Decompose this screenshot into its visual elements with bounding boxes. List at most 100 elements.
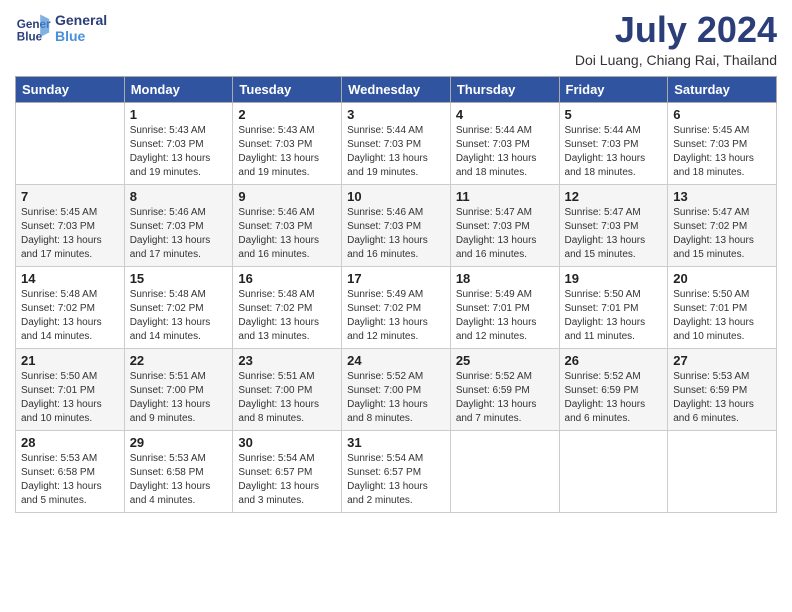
calendar-cell: 31 Sunrise: 5:54 AM Sunset: 6:57 PM Dayli… — [342, 430, 451, 512]
calendar-cell: 4 Sunrise: 5:44 AM Sunset: 7:03 PM Daylig… — [450, 102, 559, 184]
day-info: Sunrise: 5:46 AM Sunset: 7:03 PM Dayligh… — [238, 206, 336, 262]
calendar-cell: 13Sunrise: 5:47 AM Sunset: 7:02 PM Dayli… — [668, 184, 777, 266]
day-info: Sunrise: 5:44 AM Sunset: 7:03 PM Dayligh… — [456, 124, 554, 180]
day-number: 7 — [21, 189, 119, 204]
day-number: 16 — [238, 271, 336, 286]
month-title: July 2024 — [575, 10, 777, 50]
calendar-cell: 28 Sunrise: 5:53 AM Sunset: 6:58 PM Dayli… — [16, 430, 125, 512]
calendar-cell: 23 Sunrise: 5:51 AM Sunset: 7:00 PM Dayli… — [233, 348, 342, 430]
day-number: 5 — [565, 107, 663, 122]
calendar-cell — [668, 430, 777, 512]
title-block: July 2024 Doi Luang, Chiang Rai, Thailan… — [575, 10, 777, 68]
day-info: Sunrise: 5:54 AM Sunset: 6:57 PM Dayligh… — [238, 452, 336, 508]
logo: General Blue General Blue — [15, 10, 107, 46]
page-header: General Blue General Blue July 2024 Doi … — [15, 10, 777, 68]
calendar-cell: 8 Sunrise: 5:46 AM Sunset: 7:03 PM Daylig… — [124, 184, 233, 266]
calendar-cell: 30 Sunrise: 5:54 AM Sunset: 6:57 PM Dayli… — [233, 430, 342, 512]
day-number: 29 — [130, 435, 228, 450]
day-info: Sunrise: 5:43 AM Sunset: 7:03 PM Dayligh… — [238, 124, 336, 180]
day-info: Sunrise: 5:48 AM Sunset: 7:02 PM Dayligh… — [130, 288, 228, 344]
logo-line1: General — [55, 12, 107, 28]
day-number: 1 — [130, 107, 228, 122]
day-number: 18 — [456, 271, 554, 286]
day-info: Sunrise: 5:52 AM Sunset: 7:00 PM Dayligh… — [347, 370, 445, 426]
calendar-cell: 7 Sunrise: 5:45 AM Sunset: 7:03 PM Daylig… — [16, 184, 125, 266]
day-number: 28 — [21, 435, 119, 450]
calendar-cell: 5 Sunrise: 5:44 AM Sunset: 7:03 PM Daylig… — [559, 102, 668, 184]
calendar-cell: 2Sunrise: 5:43 AM Sunset: 7:03 PM Daylig… — [233, 102, 342, 184]
day-info: Sunrise: 5:51 AM Sunset: 7:00 PM Dayligh… — [238, 370, 336, 426]
day-number: 3 — [347, 107, 445, 122]
day-info: Sunrise: 5:53 AM Sunset: 6:58 PM Dayligh… — [21, 452, 119, 508]
day-info: Sunrise: 5:50 AM Sunset: 7:01 PM Dayligh… — [673, 288, 771, 344]
day-info: Sunrise: 5:46 AM Sunset: 7:03 PM Dayligh… — [347, 206, 445, 262]
logo-line2: Blue — [55, 28, 107, 44]
calendar-cell: 19Sunrise: 5:50 AM Sunset: 7:01 PM Dayli… — [559, 266, 668, 348]
calendar-cell: 18 Sunrise: 5:49 AM Sunset: 7:01 PM Dayli… — [450, 266, 559, 348]
day-info: Sunrise: 5:48 AM Sunset: 7:02 PM Dayligh… — [238, 288, 336, 344]
location: Doi Luang, Chiang Rai, Thailand — [575, 52, 777, 68]
day-info: Sunrise: 5:43 AM Sunset: 7:03 PM Dayligh… — [130, 124, 228, 180]
day-number: 14 — [21, 271, 119, 286]
calendar-cell: 22 Sunrise: 5:51 AM Sunset: 7:00 PM Dayli… — [124, 348, 233, 430]
day-number: 10 — [347, 189, 445, 204]
day-info: Sunrise: 5:54 AM Sunset: 6:57 PM Dayligh… — [347, 452, 445, 508]
calendar-cell: 9 Sunrise: 5:46 AM Sunset: 7:03 PM Daylig… — [233, 184, 342, 266]
day-number: 31 — [347, 435, 445, 450]
day-number: 27 — [673, 353, 771, 368]
calendar-cell: 26 Sunrise: 5:52 AM Sunset: 6:59 PM Dayli… — [559, 348, 668, 430]
week-row-1: 1 Sunrise: 5:43 AM Sunset: 7:03 PM Daylig… — [16, 102, 777, 184]
week-row-5: 28 Sunrise: 5:53 AM Sunset: 6:58 PM Dayli… — [16, 430, 777, 512]
day-info: Sunrise: 5:47 AM Sunset: 7:03 PM Dayligh… — [565, 206, 663, 262]
calendar-cell: 12Sunrise: 5:47 AM Sunset: 7:03 PM Dayli… — [559, 184, 668, 266]
day-number: 24 — [347, 353, 445, 368]
logo-icon: General Blue — [15, 10, 51, 46]
day-info: Sunrise: 5:53 AM Sunset: 6:59 PM Dayligh… — [673, 370, 771, 426]
calendar-cell: 20 Sunrise: 5:50 AM Sunset: 7:01 PM Dayli… — [668, 266, 777, 348]
calendar-cell: 16 Sunrise: 5:48 AM Sunset: 7:02 PM Dayli… — [233, 266, 342, 348]
calendar-cell — [450, 430, 559, 512]
day-number: 25 — [456, 353, 554, 368]
day-number: 11 — [456, 189, 554, 204]
day-number: 6 — [673, 107, 771, 122]
day-info: Sunrise: 5:52 AM Sunset: 6:59 PM Dayligh… — [456, 370, 554, 426]
weekday-header-tuesday: Tuesday — [233, 76, 342, 102]
day-number: 20 — [673, 271, 771, 286]
calendar-cell: 10 Sunrise: 5:46 AM Sunset: 7:03 PM Dayli… — [342, 184, 451, 266]
day-number: 9 — [238, 189, 336, 204]
day-number: 19 — [565, 271, 663, 286]
week-row-4: 21Sunrise: 5:50 AM Sunset: 7:01 PM Dayli… — [16, 348, 777, 430]
day-number: 4 — [456, 107, 554, 122]
day-info: Sunrise: 5:47 AM Sunset: 7:03 PM Dayligh… — [456, 206, 554, 262]
day-info: Sunrise: 5:45 AM Sunset: 7:03 PM Dayligh… — [673, 124, 771, 180]
calendar-cell: 24 Sunrise: 5:52 AM Sunset: 7:00 PM Dayli… — [342, 348, 451, 430]
weekday-header-saturday: Saturday — [668, 76, 777, 102]
day-number: 23 — [238, 353, 336, 368]
calendar-cell — [559, 430, 668, 512]
calendar-table: SundayMondayTuesdayWednesdayThursdayFrid… — [15, 76, 777, 513]
day-number: 22 — [130, 353, 228, 368]
day-info: Sunrise: 5:44 AM Sunset: 7:03 PM Dayligh… — [565, 124, 663, 180]
calendar-cell: 1 Sunrise: 5:43 AM Sunset: 7:03 PM Daylig… — [124, 102, 233, 184]
day-number: 26 — [565, 353, 663, 368]
day-info: Sunrise: 5:49 AM Sunset: 7:01 PM Dayligh… — [456, 288, 554, 344]
weekday-header-monday: Monday — [124, 76, 233, 102]
day-number: 30 — [238, 435, 336, 450]
calendar-cell: 3Sunrise: 5:44 AM Sunset: 7:03 PM Daylig… — [342, 102, 451, 184]
day-info: Sunrise: 5:51 AM Sunset: 7:00 PM Dayligh… — [130, 370, 228, 426]
day-info: Sunrise: 5:49 AM Sunset: 7:02 PM Dayligh… — [347, 288, 445, 344]
day-info: Sunrise: 5:52 AM Sunset: 6:59 PM Dayligh… — [565, 370, 663, 426]
calendar-cell — [16, 102, 125, 184]
calendar-cell: 29Sunrise: 5:53 AM Sunset: 6:58 PM Dayli… — [124, 430, 233, 512]
day-number: 8 — [130, 189, 228, 204]
calendar-cell: 11 Sunrise: 5:47 AM Sunset: 7:03 PM Dayli… — [450, 184, 559, 266]
day-info: Sunrise: 5:48 AM Sunset: 7:02 PM Dayligh… — [21, 288, 119, 344]
weekday-header-wednesday: Wednesday — [342, 76, 451, 102]
day-number: 13 — [673, 189, 771, 204]
calendar-cell: 25 Sunrise: 5:52 AM Sunset: 6:59 PM Dayli… — [450, 348, 559, 430]
day-info: Sunrise: 5:46 AM Sunset: 7:03 PM Dayligh… — [130, 206, 228, 262]
calendar-cell: 6 Sunrise: 5:45 AM Sunset: 7:03 PM Daylig… — [668, 102, 777, 184]
day-info: Sunrise: 5:45 AM Sunset: 7:03 PM Dayligh… — [21, 206, 119, 262]
day-number: 15 — [130, 271, 228, 286]
calendar-cell: 21Sunrise: 5:50 AM Sunset: 7:01 PM Dayli… — [16, 348, 125, 430]
